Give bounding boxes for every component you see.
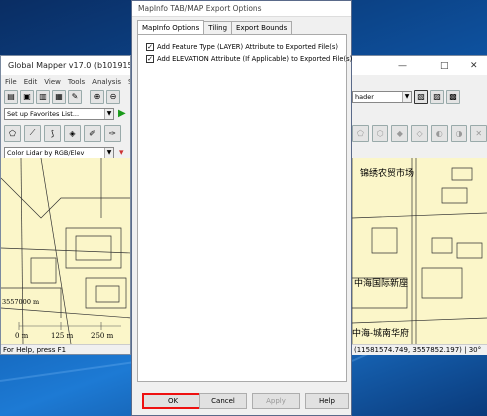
menu-view[interactable]: View [44,78,61,86]
export-options-dialog: MapInfo TAB/MAP Export Options MapInfo O… [131,0,352,416]
scale-label: 0 m [15,332,29,340]
feature-scale-icon[interactable]: ◑ [450,124,468,142]
map-label: 中海-城南华府 [352,329,410,339]
dialog-title: MapInfo TAB/MAP Export Options [132,1,351,17]
dialog-tabs: MapInfo Options Tiling Export Bounds [137,20,293,34]
save-icon[interactable]: ▣ [20,89,34,104]
scale-bar [18,322,121,330]
help-button[interactable]: Help [305,393,349,409]
edit-line-icon[interactable]: ✐ [84,124,101,142]
shader-combo[interactable]: Color Lidar by RGB/Elev ▼ [4,146,114,159]
feature-split-icon[interactable]: ⬡ [371,124,389,142]
open-data-icon[interactable]: ▥ [36,89,50,104]
layer-attribute-checkbox[interactable]: ✓ [146,43,154,51]
coordinate-label: 3557000 m [2,298,40,306]
digitizer-toolbar: ⬠ ⟋ ⟆ ◈ ✐ ✑ [1,122,130,144]
window-titlebar-right: — □ ✕ [352,56,487,75]
open-folder-icon[interactable]: ▤ [4,89,18,104]
file-toolbar: ▤ ▣ ▥ ▦ ✎ ⊕ ⊖ [1,88,130,105]
window-title: Global Mapper v17.0 (b101915) [+ [8,61,130,70]
wallpaper-beam [0,360,139,382]
layer-attribute-label: Add Feature Type (LAYER) Attribute to Ex… [157,43,338,51]
feature-edit-icon[interactable]: ⬠ [352,124,369,142]
status-bar-right: (11581574.749, 3557852.197) | 30° [352,344,487,355]
apply-button[interactable]: Apply [252,393,300,409]
menu-edit[interactable]: Edit [24,78,38,86]
elevation-attribute-checkbox[interactable]: ✓ [146,55,154,63]
menu-file[interactable]: File [5,78,17,86]
digitizer-toolbar-right: ⬠ ⬡ ◆ ◇ ◐ ◑ ✕ [352,122,487,144]
global-mapper-window: Global Mapper v17.0 (b101915) [+ File Ed… [0,55,131,355]
scale-label: 250 m [91,332,114,340]
status-bar: For Help, press F1 [1,344,130,354]
minimize-icon[interactable]: — [398,56,407,75]
shader-select[interactable]: hader ▼ [352,90,412,103]
draw-area-icon[interactable]: ⬠ [4,124,21,142]
options-panel: ✓ Add Feature Type (LAYER) Attribute to … [137,34,352,382]
zoom-in-icon[interactable]: ⊕ [90,89,104,104]
config-icon[interactable]: ✎ [68,89,82,104]
layer-attribute-option[interactable]: ✓ Add Feature Type (LAYER) Attribute to … [146,43,338,51]
map-view-right[interactable]: 锦绣农贸市场 中海国际新座 中海-城南华府 [352,158,487,344]
lidar-color-icon[interactable]: ▾ [119,148,124,158]
menu-tools[interactable]: Tools [68,78,85,86]
feature-move-icon[interactable]: ◇ [411,124,428,142]
lidar-icon[interactable]: ▨ [430,89,444,104]
ok-button[interactable]: OK [142,393,204,409]
tab-export-bounds[interactable]: Export Bounds [231,21,293,34]
draw-line-icon[interactable]: ⟋ [24,124,41,142]
elevation-attribute-label: Add ELEVATION Attribute (If Applicable) … [157,55,353,63]
close-icon[interactable]: ✕ [470,56,478,75]
menu-bar: File Edit View Tools Analysis Se [1,75,130,88]
map-label: 锦绣农贸市场 [360,169,415,179]
tab-mapinfo-options[interactable]: MapInfo Options [137,20,205,34]
favorites-combo[interactable]: Set up Favorites List... ▼ [4,107,114,120]
elevation-icon[interactable]: ▩ [446,89,460,104]
feature-delete-icon[interactable]: ✕ [470,124,487,142]
map-view[interactable]: 3557000 m 0 m 125 m 250 m [1,158,130,344]
menu-analysis[interactable]: Analysis [92,78,121,86]
feature-merge-icon[interactable]: ◆ [391,124,409,142]
status-coordinates: (11581574.749, 3557852.197) | 30° [354,346,482,354]
window-titlebar: Global Mapper v17.0 (b101915) [+ [1,56,130,75]
menu-bar-right [352,75,487,88]
draw-path-icon[interactable]: ⟆ [44,124,61,142]
spacer-row [352,105,487,122]
run-icon[interactable]: ▶ [118,108,126,119]
map-vector-layer [1,158,130,344]
shader-toolbar-right: hader ▼ ▧ ▨ ▩ [352,88,487,105]
status-help-text: For Help, press F1 [3,346,67,354]
catalog-icon[interactable]: ▦ [52,89,66,104]
map-label: 中海国际新座 [354,279,409,289]
elevation-attribute-option[interactable]: ✓ Add ELEVATION Attribute (If Applicable… [146,55,352,63]
chevron-down-icon: ▼ [402,91,411,102]
edit-vertex-icon[interactable]: ✑ [104,124,121,142]
map-vector-layer-right [352,158,487,344]
zoom-out-icon[interactable]: ⊖ [106,89,120,104]
layer-icon[interactable]: ▧ [414,89,428,104]
chevron-down-icon: ▼ [104,147,113,158]
favorites-toolbar: Set up Favorites List... ▼ ▶ [1,105,130,122]
maximize-icon[interactable]: □ [440,56,449,75]
global-mapper-window-right: — □ ✕ hader ▼ ▧ ▨ ▩ ⬠ ⬡ ◆ ◇ ◐ ◑ ✕ 锦绣农贸市场… [352,55,487,355]
cancel-button[interactable]: Cancel [199,393,247,409]
tab-tiling[interactable]: Tiling [203,21,233,34]
feature-rotate-icon[interactable]: ◐ [430,124,448,142]
chevron-down-icon: ▼ [104,108,113,119]
scale-label: 125 m [51,332,74,340]
draw-shape-icon[interactable]: ◈ [64,124,81,142]
